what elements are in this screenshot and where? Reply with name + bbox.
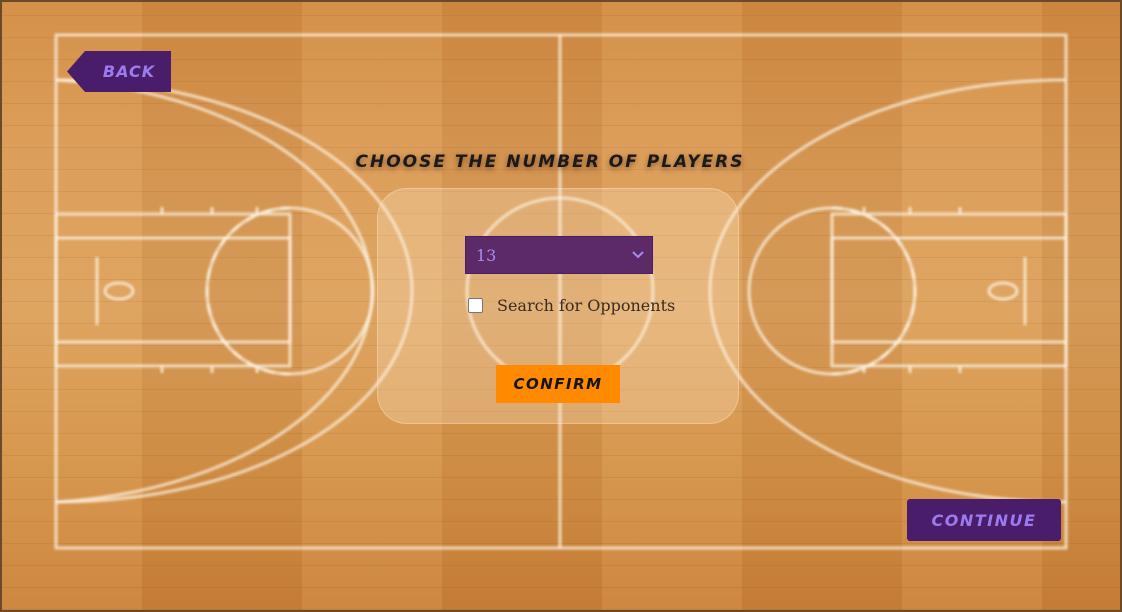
back-button-label: BACK [102,62,156,81]
continue-button-label: CONTINUE [931,510,1037,530]
continue-button[interactable]: CONTINUE [907,499,1061,541]
page-title: CHOOSE THE NUMBER OF PLAYERS [355,152,745,172]
player-count-value: 13 [476,245,497,265]
search-opponents-checkbox[interactable] [468,298,483,313]
confirm-button-label: CONFIRM [513,375,603,393]
search-opponents-label: Search for Opponents [497,296,676,315]
confirm-button[interactable]: CONFIRM [496,365,620,403]
search-opponents-row: Search for Opponents [468,296,675,315]
back-button[interactable]: BACK [67,51,171,92]
chevron-down-icon [632,251,644,259]
player-count-select[interactable]: 13 [465,236,653,274]
